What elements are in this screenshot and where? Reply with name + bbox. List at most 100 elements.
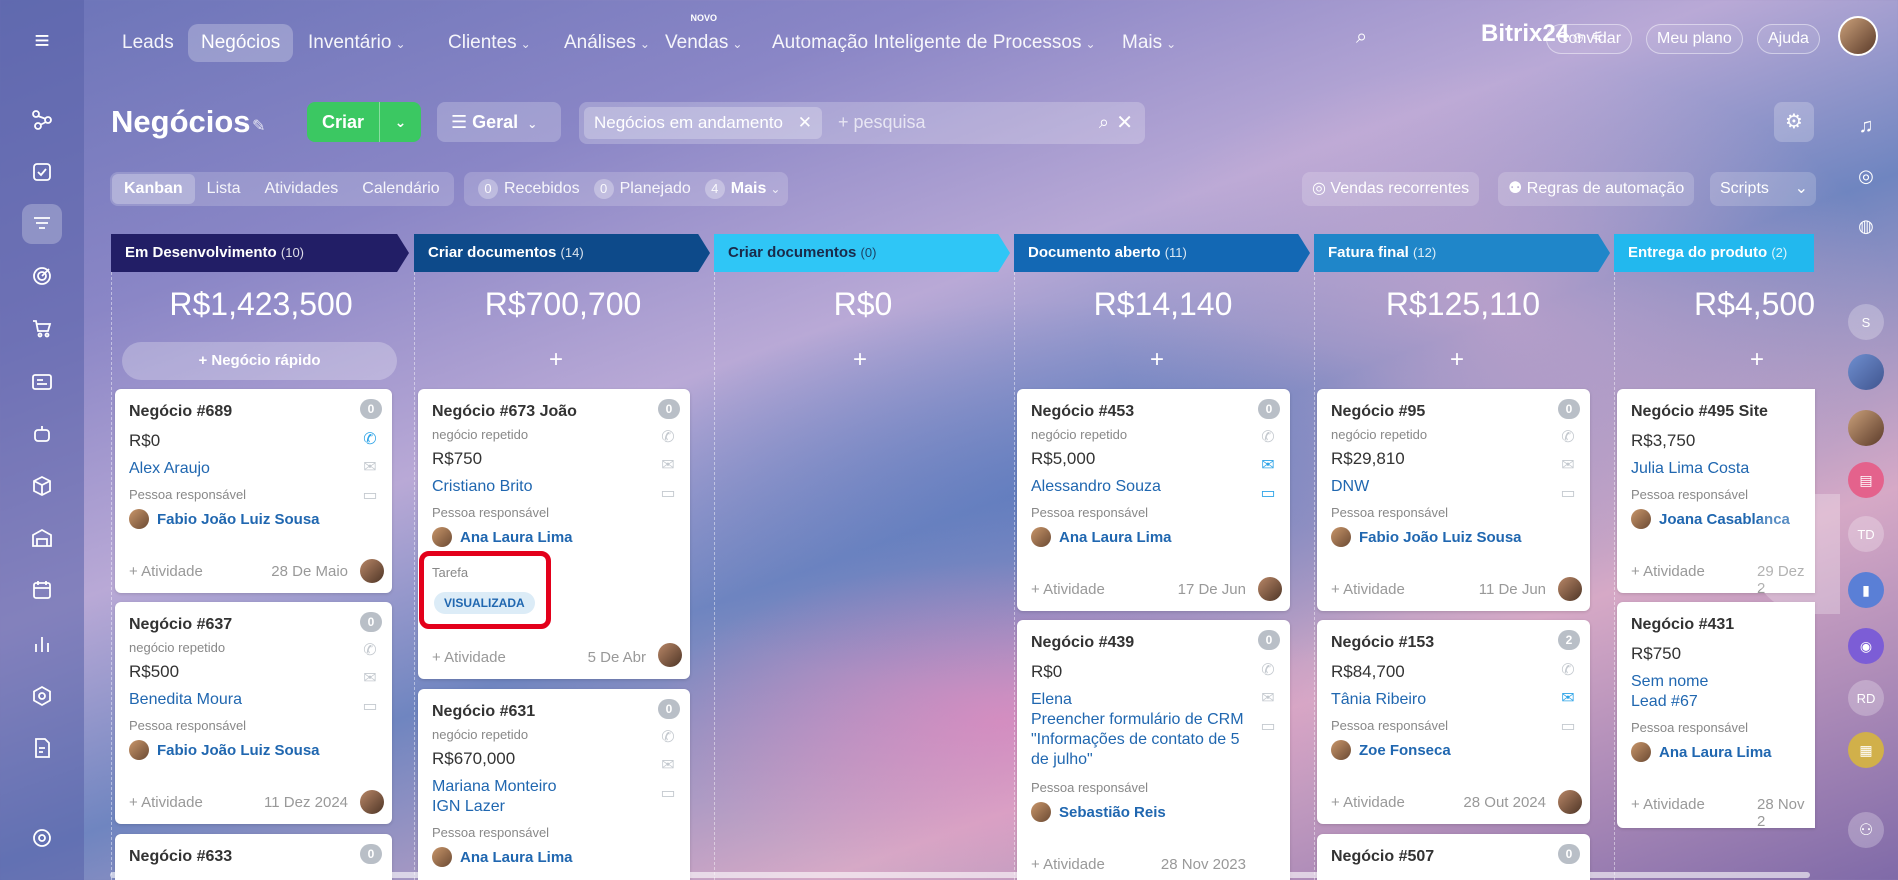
deal-card[interactable]: Negócio #95 0 negócio repetido R$29,810 … <box>1317 389 1590 611</box>
deal-title[interactable]: Negócio #631 <box>432 703 535 721</box>
add-deal-button[interactable]: + <box>1617 346 1897 374</box>
search-icon[interactable]: ⌕ <box>1099 112 1109 133</box>
filter-search[interactable]: Negócios em andamento ✕ + pesquisa ⌕ ✕ <box>579 102 1145 144</box>
responsible-person[interactable]: Ana Laura Lima <box>432 847 573 867</box>
add-activity-link[interactable]: + Atividade <box>1631 796 1705 813</box>
nav-sales[interactable]: NOVO Vendas ⌄ <box>652 13 755 62</box>
avatar[interactable] <box>360 790 384 814</box>
avatar[interactable] <box>360 559 384 583</box>
deal-title[interactable]: Negócio #439 <box>1031 634 1134 652</box>
deal-title[interactable]: Negócio #633 <box>129 848 232 866</box>
chat-icon[interactable]: ▭ <box>658 483 678 502</box>
deal-card[interactable]: Negócio #673 João 0 negócio repetido R$7… <box>418 389 690 679</box>
search-input[interactable]: + pesquisa <box>838 112 926 133</box>
menu-icon[interactable]: ≡ <box>22 20 62 60</box>
counter-more[interactable]: Mais <box>731 180 767 198</box>
tab-list[interactable]: Lista <box>195 174 253 204</box>
deal-title[interactable]: Negócio #673 João <box>432 403 577 421</box>
add-activity-link[interactable]: + Atividade <box>129 563 203 580</box>
add-activity-link[interactable]: + Atividade <box>432 649 506 666</box>
settings-icon[interactable] <box>22 818 62 858</box>
cart-icon[interactable] <box>22 308 62 348</box>
add-activity-link[interactable]: + Atividade <box>1631 563 1705 580</box>
bell-icon[interactable]: ♫ <box>1848 108 1884 144</box>
avatar[interactable] <box>658 643 682 667</box>
add-activity-link[interactable]: + Atividade <box>1331 581 1405 598</box>
responsible-person[interactable]: Sebastião Reis <box>1031 802 1166 822</box>
close-icon[interactable]: ✕ <box>798 113 812 132</box>
box-icon[interactable] <box>22 466 62 506</box>
pipeline-select[interactable]: ☰ Geral ⌄ <box>437 102 561 142</box>
calendar-icon[interactable] <box>22 570 62 610</box>
hexagon-icon[interactable] <box>22 676 62 716</box>
avatar[interactable] <box>1558 577 1582 601</box>
client-link[interactable]: Tânia Ribeiro <box>1331 690 1426 710</box>
company-link[interactable]: IGN Lazer <box>432 797 505 817</box>
stage-header[interactable]: Criar documentos (0) <box>714 234 1010 272</box>
open-lines-icon[interactable]: ▦ <box>1848 732 1884 768</box>
pin-icon[interactable]: ✎ <box>252 116 265 136</box>
chat-icon[interactable]: ▭ <box>658 783 678 802</box>
phone-icon[interactable]: ✆ <box>1558 427 1578 446</box>
tasks-icon[interactable] <box>22 152 62 192</box>
responsible-person[interactable]: Zoe Fonseca <box>1331 740 1451 760</box>
responsible-person[interactable]: Ana Laura Lima <box>432 527 573 547</box>
deal-title[interactable]: Negócio #453 <box>1031 403 1134 421</box>
mail-icon[interactable]: ✉ <box>1558 455 1578 474</box>
responsible-person[interactable]: Fabio João Luiz Sousa <box>129 509 320 529</box>
search-icon[interactable]: ⌕ <box>1356 26 1367 49</box>
nav-analytics[interactable]: Análises ⌄ <box>551 24 663 62</box>
counter-planned[interactable]: Planejado <box>620 180 691 198</box>
add-activity-link[interactable]: + Atividade <box>1031 581 1105 598</box>
target-icon[interactable] <box>22 256 62 296</box>
phone-icon[interactable]: ✆ <box>360 429 380 448</box>
responsible-person[interactable]: Ana Laura Lima <box>1031 527 1172 547</box>
contact-card-icon[interactable]: ▤ <box>1848 462 1884 498</box>
chat-icon[interactable]: ▭ <box>1258 483 1278 502</box>
mail-icon[interactable]: ✉ <box>1258 455 1278 474</box>
mail-icon[interactable]: ✉ <box>1258 688 1278 707</box>
client-link[interactable]: Mariana Monteiro <box>432 777 557 797</box>
client-link[interactable]: Elena <box>1031 690 1072 710</box>
tab-activities[interactable]: Atividades <box>252 174 350 204</box>
deal-card[interactable]: Negócio #439 0 R$0 Elena Preencher formu… <box>1017 620 1290 880</box>
add-deal-button[interactable]: + <box>1017 346 1297 374</box>
users-icon[interactable]: ⚇ <box>1848 812 1884 848</box>
automation-rules-button[interactable]: ⚉ Regras de automação <box>1498 172 1695 206</box>
chevron-down-icon[interactable]: ⌄ <box>379 102 421 142</box>
channel-icon[interactable]: ◉ <box>1848 628 1884 664</box>
recurring-sales-button[interactable]: ◎ Vendas recorrentes <box>1302 172 1480 206</box>
stage-header[interactable]: Em Desenvolvimento (10) <box>111 234 409 272</box>
warehouse-icon[interactable] <box>22 518 62 558</box>
deal-title[interactable]: Negócio #95 <box>1331 403 1425 421</box>
client-link[interactable]: Benedita Moura <box>129 690 242 710</box>
add-activity-link[interactable]: + Atividade <box>129 794 203 811</box>
deal-card[interactable]: Negócio #431 R$750 Sem nome Lead #67 Pes… <box>1617 602 1815 828</box>
lead-link[interactable]: Lead #67 <box>1631 692 1698 712</box>
nav-more[interactable]: Mais ⌄ <box>1109 24 1189 62</box>
nav-inventory[interactable]: Inventário ⌄ <box>295 24 419 62</box>
chat-icon[interactable]: ▭ <box>1258 716 1278 735</box>
crm-funnel-icon[interactable] <box>22 204 62 244</box>
mail-icon[interactable]: ✉ <box>1558 688 1578 707</box>
help-button[interactable]: Ajuda <box>1757 24 1820 54</box>
client-link[interactable]: Alessandro Souza <box>1031 477 1161 497</box>
stage-header[interactable]: Criar documentos (14) <box>414 234 710 272</box>
add-activity-link[interactable]: + Atividade <box>1331 794 1405 811</box>
chat-icon[interactable]: ◍ <box>1848 208 1884 244</box>
avatar-td[interactable]: TD <box>1848 516 1884 552</box>
add-deal-button[interactable]: + <box>1317 346 1597 374</box>
deal-card[interactable]: Negócio #689 0 R$0 Alex Araujo ✆ ✉ ▭ Pes… <box>115 389 392 593</box>
deal-title[interactable]: Negócio #495 Site <box>1631 403 1768 421</box>
responsible-person[interactable]: Fabio João Luiz Sousa <box>1331 527 1522 547</box>
avatar-rd[interactable]: RD <box>1848 680 1884 716</box>
avatar[interactable] <box>1258 577 1282 601</box>
chat-icon[interactable]: ▭ <box>1558 483 1578 502</box>
stage-header[interactable]: Documento aberto (11) <box>1014 234 1310 272</box>
deal-card[interactable]: Negócio #631 0 negócio repetido R$670,00… <box>418 689 690 880</box>
counter-received[interactable]: Recebidos <box>504 180 580 198</box>
nav-automation[interactable]: Automação Inteligente de Processos ⌄ <box>759 24 1109 62</box>
nav-deals[interactable]: Negócios <box>188 24 294 62</box>
client-link[interactable]: Sem nome <box>1631 672 1708 692</box>
chat-icon[interactable]: ▭ <box>360 696 380 715</box>
